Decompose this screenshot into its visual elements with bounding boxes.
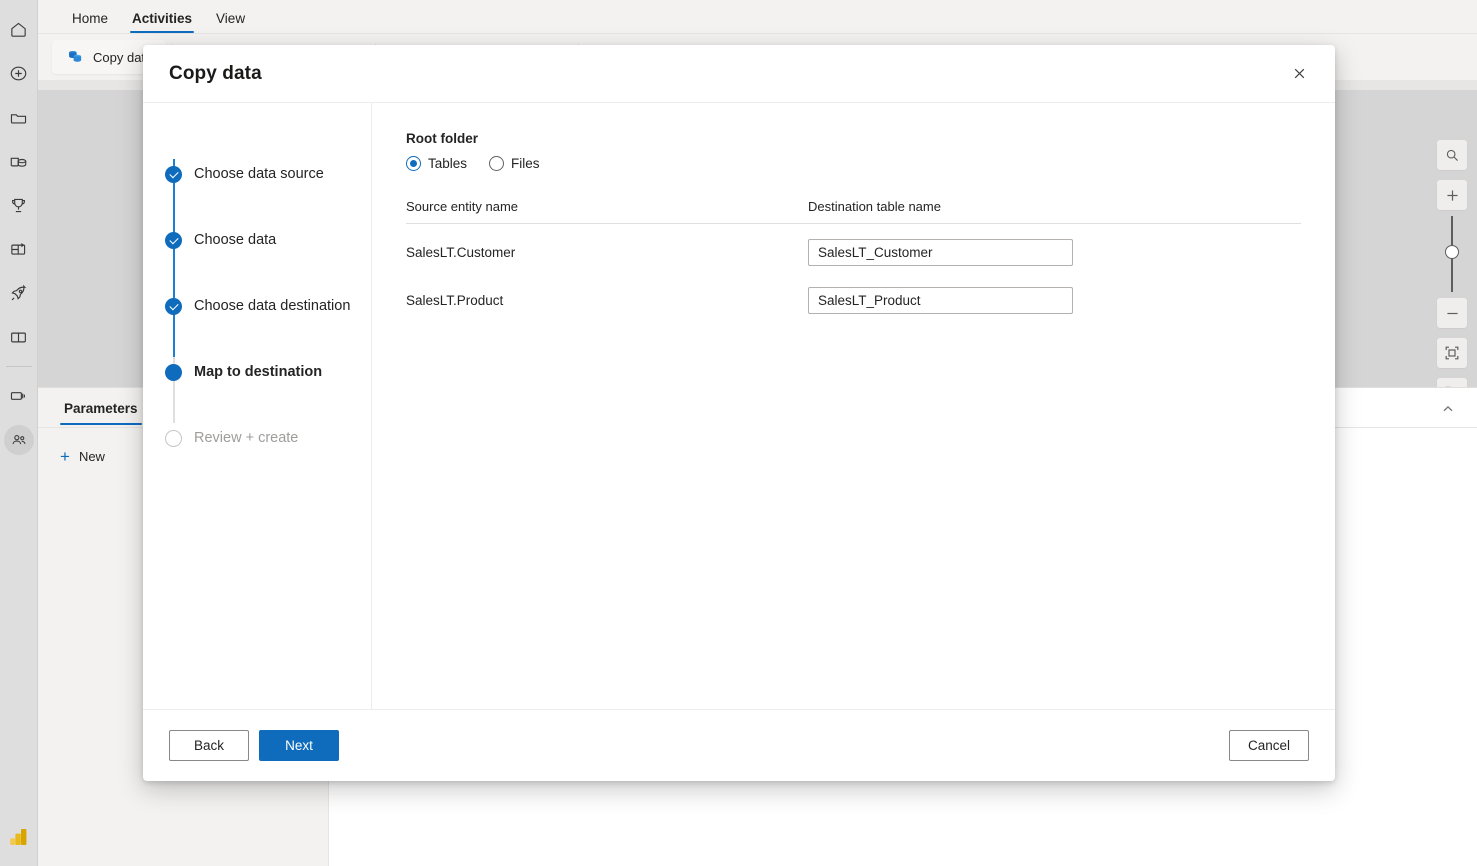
step-check-icon xyxy=(165,165,182,183)
step-check-icon xyxy=(165,297,182,315)
next-button[interactable]: Next xyxy=(259,730,339,761)
step-check-icon xyxy=(165,231,182,249)
radio-files[interactable]: Files xyxy=(489,156,540,171)
wizard-step-choose-data-source[interactable]: Choose data source xyxy=(143,141,371,207)
table-row: SalesLT.Product xyxy=(406,280,1301,320)
copy-data-dialog: Copy data Choose data source Choose data xyxy=(143,45,1335,781)
cancel-button[interactable]: Cancel xyxy=(1229,730,1309,761)
radio-tables[interactable]: Tables xyxy=(406,156,467,171)
source-entity-name: SalesLT.Product xyxy=(406,292,504,308)
wizard-step-label: Choose data xyxy=(194,232,277,248)
mapping-table: Source entity name Destination table nam… xyxy=(406,199,1301,320)
destination-table-name-input[interactable] xyxy=(808,238,1073,266)
wizard-step-label: Choose data destination xyxy=(194,298,351,314)
mapping-table-header: Source entity name Destination table nam… xyxy=(406,199,1301,224)
step-empty-dot-icon xyxy=(165,429,182,447)
radio-mark-icon xyxy=(406,156,421,171)
root-folder-radio-group: Tables Files xyxy=(406,156,1301,171)
radio-files-label: Files xyxy=(511,156,540,171)
column-header-source: Source entity name xyxy=(406,199,519,214)
dialog-content: Root folder Tables Files Source entity n… xyxy=(372,103,1335,709)
wizard-steps: Choose data source Choose data Choose da… xyxy=(143,103,372,709)
wizard-step-label: Map to destination xyxy=(194,364,323,380)
root-folder-label: Root folder xyxy=(406,131,478,146)
wizard-step-choose-data[interactable]: Choose data xyxy=(143,207,371,273)
column-header-destination: Destination table name xyxy=(808,199,941,214)
table-row: SalesLT.Customer xyxy=(406,232,1301,272)
dialog-title: Copy data xyxy=(169,62,262,84)
close-icon[interactable] xyxy=(1283,58,1315,90)
dialog-footer: Back Next Cancel xyxy=(143,709,1335,781)
step-current-dot-icon xyxy=(165,363,182,381)
wizard-step-review-create[interactable]: Review + create xyxy=(143,405,371,471)
wizard-step-choose-data-destination[interactable]: Choose data destination xyxy=(143,273,371,339)
dialog-header: Copy data xyxy=(143,45,1335,103)
radio-mark-icon xyxy=(489,156,505,171)
wizard-step-label: Choose data source xyxy=(194,166,324,182)
dialog-body: Choose data source Choose data Choose da… xyxy=(143,103,1335,709)
wizard-step-label: Review + create xyxy=(194,430,299,446)
radio-tables-label: Tables xyxy=(428,156,468,171)
back-button[interactable]: Back xyxy=(169,730,249,761)
destination-table-name-input[interactable] xyxy=(808,286,1073,314)
wizard-step-map-to-destination[interactable]: Map to destination xyxy=(143,339,371,405)
fabric-data-pipeline-app: Home Activities View Copy data Parameter… xyxy=(0,0,1477,866)
step-connector xyxy=(173,159,175,357)
source-entity-name: SalesLT.Customer xyxy=(406,244,516,260)
